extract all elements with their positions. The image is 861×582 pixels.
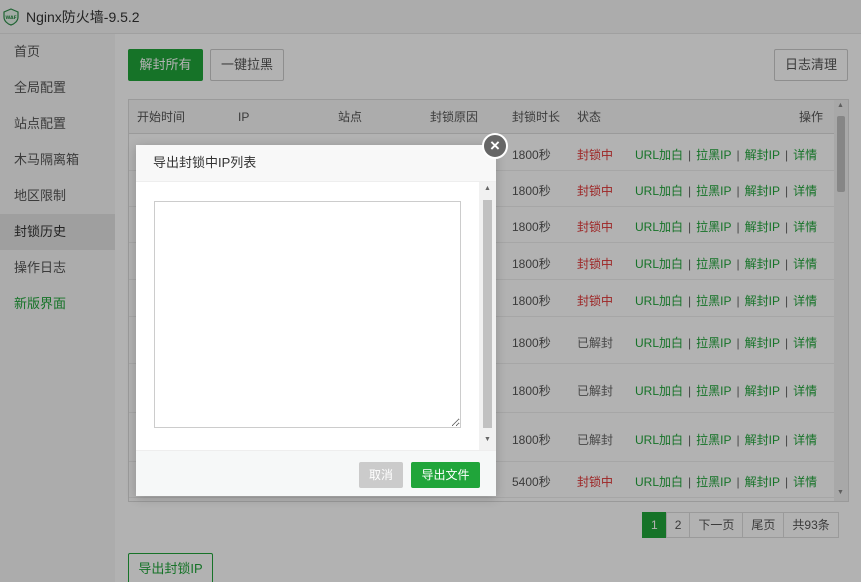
export-file-button[interactable]: 导出文件 [411, 462, 480, 488]
ip-list-textarea[interactable] [154, 201, 461, 428]
dialog-scroll-down-arrow-icon[interactable]: ▼ [484, 436, 491, 443]
dialog-scrollbar-thumb[interactable] [483, 200, 492, 428]
dialog-scrollbar[interactable]: ▲ ▼ [479, 182, 496, 450]
cancel-button[interactable]: 取消 [359, 462, 403, 488]
dialog-title: 导出封锁中IP列表 [136, 145, 496, 182]
dialog-body: ▲ ▼ [136, 182, 496, 450]
export-ip-dialog: 导出封锁中IP列表 ▲ ▼ 取消 导出文件 [136, 145, 496, 496]
dialog-scroll-up-arrow-icon[interactable]: ▲ [484, 185, 491, 192]
dialog-footer: 取消 导出文件 [136, 450, 496, 496]
close-icon[interactable]: × [482, 133, 508, 159]
